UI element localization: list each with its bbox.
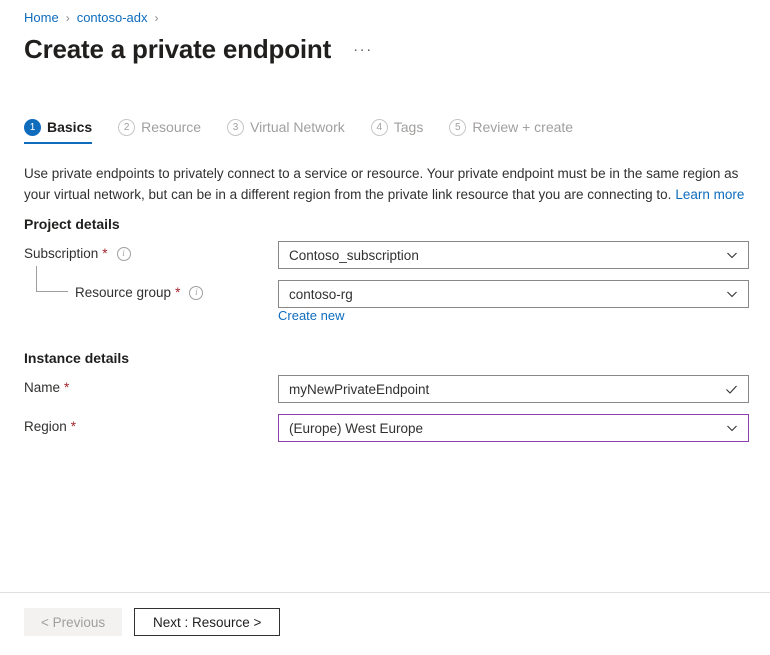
description-body: Use private endpoints to privately conne…: [24, 166, 738, 202]
required-marker: *: [175, 285, 180, 300]
learn-more-link[interactable]: Learn more: [675, 187, 744, 202]
create-new-resource-group-link[interactable]: Create new: [278, 308, 344, 323]
tab-label: Review + create: [472, 118, 573, 136]
resource-group-value: contoso-rg: [289, 287, 726, 302]
tab-label: Basics: [47, 118, 92, 136]
label-text: Subscription: [24, 246, 98, 261]
label-name: Name *: [24, 380, 69, 395]
more-actions-icon[interactable]: ···: [353, 45, 373, 55]
tab-label: Virtual Network: [250, 118, 345, 136]
resource-group-indent-connector: [36, 266, 68, 292]
label-text: Name: [24, 380, 60, 395]
label-text: Region: [24, 419, 67, 434]
required-marker: *: [64, 380, 69, 395]
label-text: Resource group: [75, 285, 171, 300]
footer-actions: < Previous Next : Resource >: [24, 608, 280, 636]
tab-step-number: 4: [371, 119, 388, 136]
tab-basics[interactable]: 1 Basics: [24, 118, 92, 144]
subscription-dropdown[interactable]: Contoso_subscription: [278, 241, 749, 269]
next-resource-button[interactable]: Next : Resource >: [134, 608, 280, 636]
required-marker: *: [71, 419, 76, 434]
breadcrumb: Home › contoso-adx ›: [24, 9, 166, 27]
name-input[interactable]: myNewPrivateEndpoint: [278, 375, 749, 403]
breadcrumb-item-contoso-adx[interactable]: contoso-adx: [77, 9, 148, 27]
tab-label: Tags: [394, 118, 424, 136]
label-resource-group: Resource group * i: [75, 285, 203, 300]
region-value: (Europe) West Europe: [289, 421, 726, 436]
chevron-down-icon: [726, 288, 738, 300]
tab-virtual-network[interactable]: 3 Virtual Network: [227, 118, 345, 144]
tab-step-number: 5: [449, 119, 466, 136]
tab-step-number: 1: [24, 119, 41, 136]
breadcrumb-separator-icon: ›: [155, 9, 159, 27]
section-heading-instance-details: Instance details: [24, 350, 129, 366]
info-icon[interactable]: i: [189, 286, 203, 300]
breadcrumb-item-home[interactable]: Home: [24, 9, 59, 27]
chevron-down-icon: [726, 249, 738, 261]
page-title: Create a private endpoint: [24, 32, 331, 66]
subscription-value: Contoso_subscription: [289, 248, 726, 263]
wizard-tabs: 1 Basics 2 Resource 3 Virtual Network 4 …: [24, 118, 599, 144]
description-text: Use private endpoints to privately conne…: [24, 163, 750, 205]
info-icon[interactable]: i: [117, 247, 131, 261]
tab-label: Resource: [141, 118, 201, 136]
region-dropdown[interactable]: (Europe) West Europe: [278, 414, 749, 442]
resource-group-dropdown[interactable]: contoso-rg: [278, 280, 749, 308]
breadcrumb-separator-icon: ›: [66, 9, 70, 27]
tab-step-number: 2: [118, 119, 135, 136]
section-heading-project-details: Project details: [24, 216, 120, 232]
tab-review-create[interactable]: 5 Review + create: [449, 118, 573, 144]
tab-resource[interactable]: 2 Resource: [118, 118, 201, 144]
name-value: myNewPrivateEndpoint: [289, 382, 725, 397]
footer-divider: [0, 592, 770, 593]
page-header: Create a private endpoint ···: [24, 32, 373, 66]
check-icon: [725, 383, 738, 396]
tab-step-number: 3: [227, 119, 244, 136]
previous-button[interactable]: < Previous: [24, 608, 122, 636]
label-subscription: Subscription * i: [24, 246, 131, 261]
label-region: Region *: [24, 419, 76, 434]
required-marker: *: [102, 246, 107, 261]
tab-tags[interactable]: 4 Tags: [371, 118, 424, 144]
chevron-down-icon: [726, 422, 738, 434]
